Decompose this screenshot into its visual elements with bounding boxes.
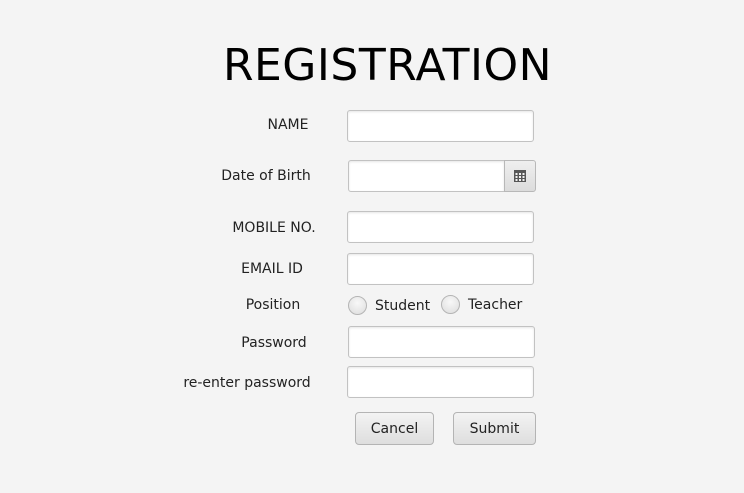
password-label: Password <box>241 335 307 351</box>
password-input[interactable] <box>348 326 535 358</box>
mobile-label: MOBILE NO. <box>232 220 316 236</box>
radio-circle-teacher[interactable] <box>441 295 460 314</box>
email-input[interactable] <box>347 253 534 285</box>
dob-input[interactable] <box>348 160 505 192</box>
radio-circle-student[interactable] <box>348 296 367 315</box>
mobile-input[interactable] <box>347 211 534 243</box>
form-title: REGISTRATION <box>222 40 553 91</box>
calendar-icon <box>514 170 526 182</box>
cancel-button[interactable]: Cancel <box>355 412 434 445</box>
submit-button[interactable]: Submit <box>453 412 536 445</box>
radio-label-student: Student <box>375 297 431 314</box>
radio-label-teacher: Teacher <box>468 296 523 313</box>
dob-label: Date of Birth <box>221 168 311 184</box>
calendar-button[interactable] <box>504 160 536 192</box>
name-label: NAME <box>267 117 309 133</box>
name-input[interactable] <box>347 110 534 142</box>
dob-date-picker <box>348 160 536 192</box>
email-label: EMAIL ID <box>241 261 303 277</box>
reenter-password-label: re-enter password <box>183 375 311 391</box>
reenter-password-input[interactable] <box>347 366 534 398</box>
radio-student[interactable]: Student <box>348 296 430 315</box>
position-label: Position <box>245 297 301 313</box>
radio-teacher[interactable]: Teacher <box>441 295 522 314</box>
